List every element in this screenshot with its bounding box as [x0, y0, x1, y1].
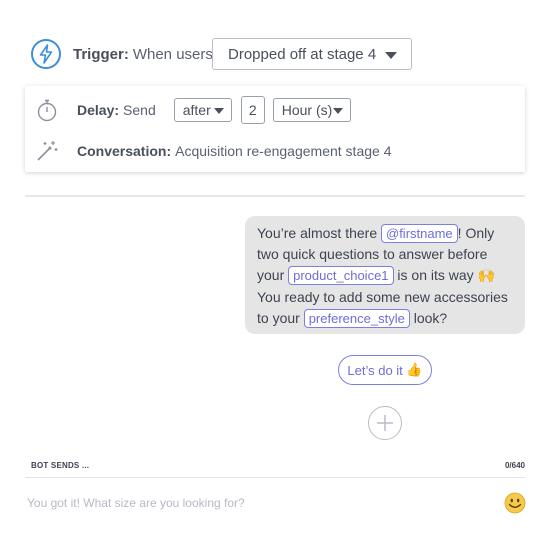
timing-dropdown[interactable]: after [173, 98, 232, 122]
stopwatch-icon [35, 98, 59, 122]
thumbs-up-emoji: 👍 [406, 362, 423, 378]
chevron-down-icon [213, 108, 224, 114]
composer-divider [25, 477, 525, 478]
delay-text: Send [123, 102, 156, 118]
unit-dropdown-value: Hour (s) [281, 102, 333, 118]
smiley-icon[interactable] [504, 492, 526, 514]
message-text: You’re almost there [257, 225, 381, 241]
unit-dropdown[interactable]: Hour (s) [272, 98, 351, 122]
chevron-down-icon [332, 108, 343, 114]
delay-amount-input[interactable]: 2 [240, 96, 265, 124]
quick-reply-button[interactable]: Let’s do it 👍 [338, 355, 432, 385]
character-counter: 0/640 [504, 461, 525, 470]
variable-chip-firstname[interactable]: @firstname [381, 224, 458, 243]
conversation-label: Conversation: [77, 143, 172, 159]
quick-reply-label: Let’s do it [347, 362, 403, 378]
composer-header: BOT SENDS ... [31, 461, 90, 470]
delay-label: Delay: [77, 102, 120, 118]
variable-chip-preference[interactable]: preference_style [303, 309, 410, 328]
chevron-down-icon [385, 52, 397, 59]
trigger-dropdown[interactable]: Dropped off at stage 4 [212, 38, 412, 70]
trigger-dropdown-value: Dropped off at stage 4 [228, 45, 377, 63]
plus-icon [377, 415, 393, 431]
trigger-row: Trigger: When users Dropped off at stage… [31, 38, 412, 70]
trigger-text: When users [132, 45, 213, 63]
variable-chip-product[interactable]: product_choice1 [288, 266, 394, 285]
bot-message-bubble[interactable]: You’re almost there @firstname! Only two… [245, 216, 525, 334]
conversation-row: Conversation: Acquisition re-engagement … [35, 139, 391, 163]
delay-row: Delay: Send after 2 Hour (s) [35, 96, 351, 124]
add-step-button[interactable] [368, 406, 402, 440]
message-input[interactable] [27, 493, 467, 513]
timing-dropdown-value: after [182, 102, 211, 118]
section-divider [25, 195, 525, 197]
message-text: look? [409, 310, 448, 326]
delay-card: Delay: Send after 2 Hour (s) Conversatio [25, 86, 525, 172]
conversation-name[interactable]: Acquisition re-engagement stage 4 [175, 143, 391, 159]
trigger-label: Trigger: [73, 45, 129, 63]
message-text: is on its way [393, 267, 478, 283]
lightning-bolt-icon [31, 39, 61, 69]
raised-hands-emoji: 🙌 [477, 268, 495, 284]
magic-wand-icon [35, 139, 59, 163]
